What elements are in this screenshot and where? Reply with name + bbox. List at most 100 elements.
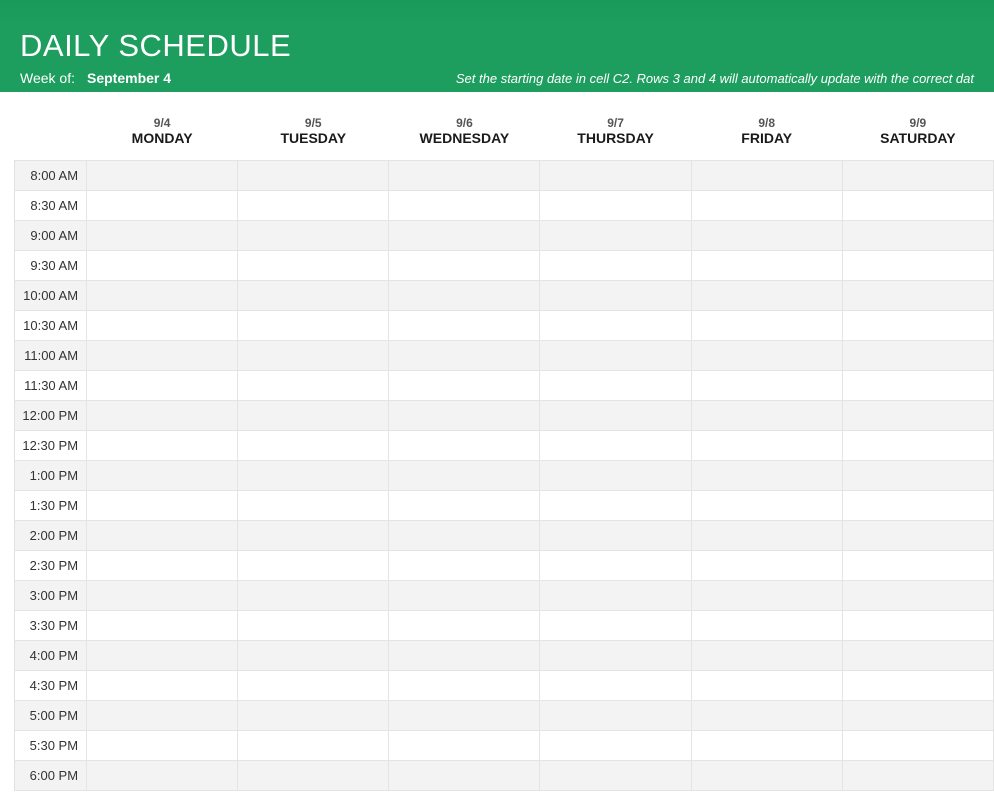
schedule-cell[interactable] (87, 491, 238, 521)
schedule-cell[interactable] (842, 161, 993, 191)
schedule-cell[interactable] (540, 251, 691, 281)
schedule-cell[interactable] (842, 521, 993, 551)
schedule-cell[interactable] (691, 731, 842, 761)
schedule-cell[interactable] (389, 341, 540, 371)
schedule-cell[interactable] (238, 161, 389, 191)
schedule-cell[interactable] (691, 761, 842, 791)
schedule-cell[interactable] (87, 551, 238, 581)
schedule-cell[interactable] (87, 701, 238, 731)
schedule-cell[interactable] (691, 161, 842, 191)
schedule-cell[interactable] (842, 431, 993, 461)
schedule-cell[interactable] (238, 731, 389, 761)
schedule-cell[interactable] (691, 371, 842, 401)
schedule-cell[interactable] (842, 251, 993, 281)
schedule-cell[interactable] (238, 671, 389, 701)
schedule-cell[interactable] (540, 551, 691, 581)
schedule-cell[interactable] (691, 221, 842, 251)
schedule-cell[interactable] (842, 311, 993, 341)
week-of-value[interactable]: September 4 (87, 70, 171, 86)
schedule-cell[interactable] (842, 491, 993, 521)
schedule-cell[interactable] (87, 191, 238, 221)
schedule-cell[interactable] (389, 701, 540, 731)
schedule-cell[interactable] (87, 461, 238, 491)
schedule-cell[interactable] (691, 461, 842, 491)
schedule-cell[interactable] (87, 251, 238, 281)
schedule-cell[interactable] (842, 221, 993, 251)
schedule-cell[interactable] (238, 311, 389, 341)
schedule-cell[interactable] (238, 551, 389, 581)
schedule-cell[interactable] (691, 521, 842, 551)
schedule-cell[interactable] (540, 461, 691, 491)
schedule-cell[interactable] (389, 191, 540, 221)
schedule-cell[interactable] (389, 761, 540, 791)
schedule-cell[interactable] (540, 431, 691, 461)
schedule-cell[interactable] (238, 221, 389, 251)
schedule-cell[interactable] (238, 401, 389, 431)
schedule-cell[interactable] (87, 611, 238, 641)
schedule-cell[interactable] (238, 281, 389, 311)
schedule-cell[interactable] (842, 551, 993, 581)
schedule-cell[interactable] (842, 341, 993, 371)
schedule-cell[interactable] (540, 701, 691, 731)
schedule-cell[interactable] (87, 761, 238, 791)
schedule-cell[interactable] (238, 581, 389, 611)
schedule-cell[interactable] (691, 611, 842, 641)
schedule-cell[interactable] (691, 341, 842, 371)
schedule-cell[interactable] (238, 431, 389, 461)
schedule-cell[interactable] (691, 191, 842, 221)
schedule-cell[interactable] (540, 581, 691, 611)
schedule-cell[interactable] (540, 161, 691, 191)
schedule-cell[interactable] (691, 551, 842, 581)
schedule-cell[interactable] (842, 401, 993, 431)
schedule-cell[interactable] (842, 461, 993, 491)
schedule-cell[interactable] (389, 491, 540, 521)
schedule-cell[interactable] (540, 491, 691, 521)
schedule-cell[interactable] (87, 311, 238, 341)
schedule-cell[interactable] (238, 611, 389, 641)
schedule-cell[interactable] (389, 671, 540, 701)
schedule-cell[interactable] (691, 491, 842, 521)
schedule-cell[interactable] (842, 641, 993, 671)
schedule-cell[interactable] (389, 521, 540, 551)
schedule-cell[interactable] (842, 281, 993, 311)
schedule-cell[interactable] (540, 731, 691, 761)
schedule-cell[interactable] (540, 761, 691, 791)
schedule-cell[interactable] (540, 311, 691, 341)
schedule-cell[interactable] (540, 281, 691, 311)
schedule-cell[interactable] (389, 161, 540, 191)
schedule-cell[interactable] (691, 251, 842, 281)
schedule-cell[interactable] (389, 401, 540, 431)
schedule-cell[interactable] (842, 761, 993, 791)
schedule-cell[interactable] (87, 671, 238, 701)
schedule-cell[interactable] (389, 281, 540, 311)
schedule-cell[interactable] (238, 641, 389, 671)
schedule-cell[interactable] (238, 461, 389, 491)
schedule-cell[interactable] (691, 311, 842, 341)
schedule-cell[interactable] (842, 701, 993, 731)
schedule-cell[interactable] (691, 281, 842, 311)
schedule-cell[interactable] (842, 671, 993, 701)
schedule-cell[interactable] (540, 611, 691, 641)
schedule-cell[interactable] (389, 551, 540, 581)
schedule-cell[interactable] (842, 191, 993, 221)
schedule-cell[interactable] (238, 521, 389, 551)
schedule-cell[interactable] (842, 371, 993, 401)
schedule-cell[interactable] (389, 461, 540, 491)
schedule-cell[interactable] (540, 401, 691, 431)
schedule-cell[interactable] (540, 521, 691, 551)
schedule-cell[interactable] (87, 161, 238, 191)
schedule-cell[interactable] (87, 221, 238, 251)
schedule-cell[interactable] (540, 221, 691, 251)
schedule-cell[interactable] (238, 191, 389, 221)
schedule-cell[interactable] (540, 371, 691, 401)
schedule-cell[interactable] (842, 731, 993, 761)
schedule-cell[interactable] (389, 431, 540, 461)
schedule-cell[interactable] (87, 431, 238, 461)
schedule-cell[interactable] (389, 611, 540, 641)
schedule-cell[interactable] (842, 611, 993, 641)
schedule-cell[interactable] (87, 731, 238, 761)
schedule-cell[interactable] (389, 251, 540, 281)
schedule-cell[interactable] (389, 581, 540, 611)
schedule-cell[interactable] (238, 341, 389, 371)
schedule-cell[interactable] (389, 221, 540, 251)
